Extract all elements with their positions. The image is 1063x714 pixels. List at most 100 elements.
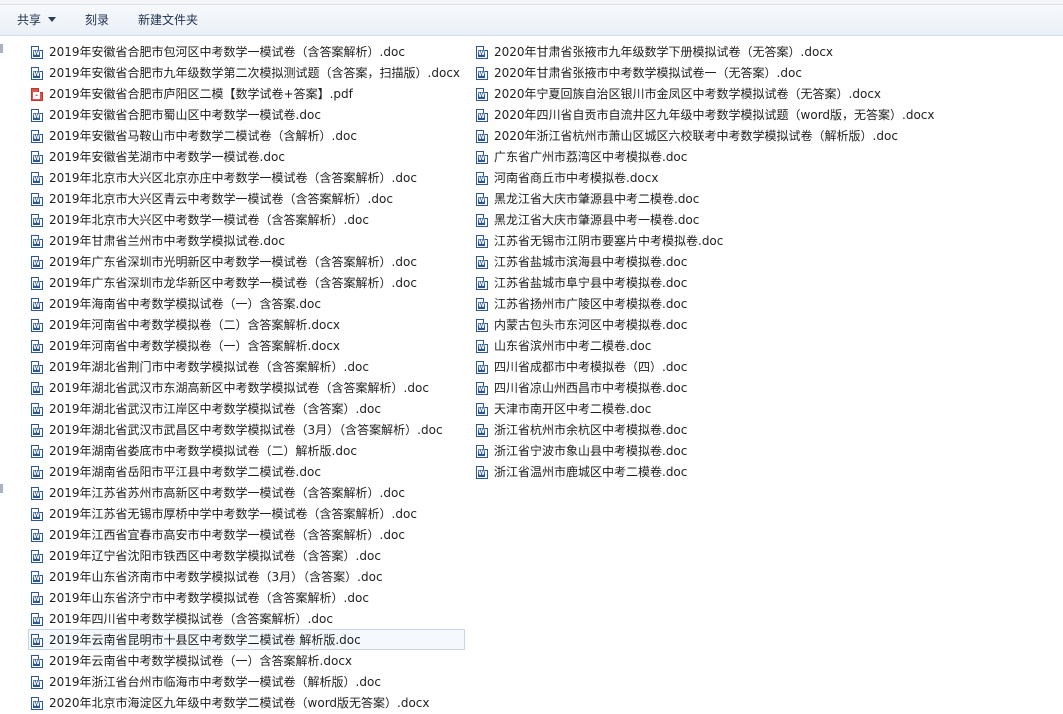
file-name: 2019年湖南省岳阳市平江县中考数学二模试卷.doc <box>49 465 321 479</box>
word-icon: W <box>31 424 43 437</box>
file-item[interactable]: W 2019年湖北省武汉市江岸区中考数学模拟试卷（含答案）.doc <box>28 398 465 419</box>
file-item[interactable]: W 2019年海南省中考数学模拟试卷（一）含答案.doc <box>28 293 465 314</box>
file-item[interactable]: W 江苏省盐城市阜宁县中考模拟卷.doc <box>473 272 940 293</box>
word-icon: W <box>31 613 43 626</box>
file-item[interactable]: W 2020年甘肃省张掖市九年级数学下册模拟试卷（无答案）.docx <box>473 41 940 62</box>
file-item[interactable]: W 2019年安徽省马鞍山市中考数学二模试卷（含解析）.doc <box>28 125 465 146</box>
file-item[interactable]: W 2019年安徽省芜湖市中考数学一模试卷.doc <box>28 146 465 167</box>
word-icon: W <box>31 151 43 164</box>
file-item[interactable]: W 2020年浙江省杭州市萧山区城区六校联考中考数学模拟试卷（解析版）.doc <box>473 125 940 146</box>
word-icon: W <box>31 403 43 416</box>
file-item[interactable]: W 2019年湖南省岳阳市平江县中考数学二模试卷.doc <box>28 461 465 482</box>
word-icon: W <box>31 571 43 584</box>
word-icon: W <box>476 466 488 479</box>
file-name: 2019年安徽省合肥市蜀山区中考数学一模试卷.doc <box>49 108 321 122</box>
file-item[interactable]: W 2020年宁夏回族自治区银川市金凤区中考数学模拟试卷（无答案）.docx <box>473 83 940 104</box>
file-item[interactable]: W 江苏省扬州市广陵区中考模拟卷.doc <box>473 293 940 314</box>
file-item[interactable]: ⌁ 2019年安徽省合肥市庐阳区二模【数学试卷+答案】.pdf <box>28 83 465 104</box>
file-item[interactable]: W 2019年山东省济宁市中考数学模拟试卷（含答案解析）.doc <box>28 587 465 608</box>
splitter-grip-middle[interactable] <box>0 484 3 493</box>
file-item[interactable]: W 2019年湖北省武汉市东湖高新区中考数学模拟试卷（含答案解析）.doc <box>28 377 465 398</box>
file-item[interactable]: W 2019年河南省中考数学模拟卷（一）含答案解析.docx <box>28 335 465 356</box>
file-item[interactable]: W 2019年云南省中考数学模拟试卷（一）含答案解析.docx <box>28 650 465 671</box>
file-item[interactable]: W 2019年湖北省荆门市中考数学模拟试卷（含答案解析）.doc <box>28 356 465 377</box>
file-item[interactable]: W 2019年山东省济南市中考数学模拟试卷（3月）（含答案）.doc <box>28 566 465 587</box>
file-item[interactable]: W 2019年广东省深圳市光明新区中考数学一模试卷（含答案解析）.doc <box>28 251 465 272</box>
file-name: 2020年四川省自贡市自流井区九年级中考数学模拟试题（word版，无答案）.do… <box>494 108 935 122</box>
file-item[interactable]: W 天津市南开区中考二模卷.doc <box>473 398 940 419</box>
new-folder-label: 新建文件夹 <box>138 13 199 27</box>
file-name: 2019年浙江省台州市临海市中考数学一模试卷（解析版）.doc <box>49 675 381 689</box>
word-icon: W <box>31 529 43 542</box>
file-item[interactable]: W 2020年北京市海淀区九年级中考数学二模试卷（word版无答案）.docx <box>28 692 465 713</box>
file-name: 2019年山东省济南市中考数学模拟试卷（3月）（含答案）.doc <box>49 570 383 584</box>
word-icon: W <box>476 340 488 353</box>
new-folder-button[interactable]: 新建文件夹 <box>138 5 198 35</box>
file-item[interactable]: W 2019年安徽省合肥市包河区中考数学一模试卷（含答案解析）.doc <box>28 41 465 62</box>
file-item[interactable]: W 2019年浙江省台州市临海市中考数学一模试卷（解析版）.doc <box>28 671 465 692</box>
file-item[interactable]: W 2019年安徽省合肥市蜀山区中考数学一模试卷.doc <box>28 104 465 125</box>
file-item[interactable]: W 内蒙古包头市东河区中考模拟卷.doc <box>473 314 940 335</box>
file-item[interactable]: W 2019年江苏省无锡市厚桥中学中考数学一模试卷（含答案解析）.doc <box>28 503 465 524</box>
burn-button[interactable]: 刻录 <box>85 5 109 35</box>
file-item[interactable]: W 2019年辽宁省沈阳市铁西区中考数学模拟试卷（含答案）.doc <box>28 545 465 566</box>
file-name: 2019年北京市大兴区中考数学一模试卷（含答案解析）.doc <box>49 213 369 227</box>
splitter-grip-top[interactable] <box>0 44 3 53</box>
file-item[interactable]: W 浙江省温州市鹿城区中考二模卷.doc <box>473 461 940 482</box>
file-item[interactable]: W 2020年甘肃省张掖市中考数学模拟试卷一（无答案）.doc <box>473 62 940 83</box>
file-item[interactable]: W 2019年广东省深圳市龙华新区中考数学一模试卷（含答案解析）.doc <box>28 272 465 293</box>
file-item[interactable]: W 江苏省无锡市江阴市要塞片中考模拟卷.doc <box>473 230 940 251</box>
file-item[interactable]: W 2019年江苏省苏州市高新区中考数学一模试卷（含答案解析）.doc <box>28 482 465 503</box>
file-item[interactable]: W 2019年北京市大兴区青云中考数学一模试卷（含答案解析）.doc <box>28 188 465 209</box>
word-icon: W <box>31 382 43 395</box>
file-name: 2019年山东省济宁市中考数学模拟试卷（含答案解析）.doc <box>49 591 369 605</box>
word-icon: W <box>31 592 43 605</box>
file-name: 2019年江苏省无锡市厚桥中学中考数学一模试卷（含答案解析）.doc <box>49 507 417 521</box>
file-name: 2019年湖北省武汉市武昌区中考数学模拟试卷（3月）（含答案解析）.doc <box>49 423 443 437</box>
word-icon: W <box>476 88 488 101</box>
file-item[interactable]: W 四川省凉山州西昌市中考模拟卷.doc <box>473 377 940 398</box>
file-item[interactable]: W 江苏省盐城市滨海县中考模拟卷.doc <box>473 251 940 272</box>
file-item[interactable]: W 浙江省宁波市象山县中考模拟卷.doc <box>473 440 940 461</box>
file-name: 2019年云南省中考数学模拟试卷（一）含答案解析.docx <box>49 654 353 668</box>
file-item[interactable]: W 山东省滨州市中考二模卷.doc <box>473 335 940 356</box>
file-item[interactable]: W 2019年安徽省合肥市九年级数学第二次模拟测试题（含答案，扫描版）.docx <box>28 62 465 83</box>
file-name: 江苏省盐城市滨海县中考模拟卷.doc <box>494 255 688 269</box>
file-name: 2019年云南省昆明市十县区中考数学二模试卷 解析版.doc <box>49 633 361 647</box>
file-name: 浙江省杭州市余杭区中考模拟卷.doc <box>494 423 688 437</box>
file-item[interactable]: W 2019年北京市大兴区中考数学一模试卷（含答案解析）.doc <box>28 209 465 230</box>
word-icon: W <box>476 424 488 437</box>
file-name: 2020年宁夏回族自治区银川市金凤区中考数学模拟试卷（无答案）.docx <box>494 87 882 101</box>
word-icon: W <box>476 130 488 143</box>
word-icon: W <box>31 319 43 332</box>
word-icon: W <box>31 487 43 500</box>
share-menu-button[interactable]: 共享 <box>17 5 57 35</box>
file-item[interactable]: W 四川省成都市中考模拟卷（四）.doc <box>473 356 940 377</box>
file-item[interactable]: W 2019年江西省宜春市高安市中考数学一模试卷（含答案解析）.doc <box>28 524 465 545</box>
file-name: 江苏省无锡市江阴市要塞片中考模拟卷.doc <box>494 234 724 248</box>
file-item[interactable]: W 黑龙江省大庆市肇源县中考二模卷.doc <box>473 188 940 209</box>
file-name: 江苏省扬州市广陵区中考模拟卷.doc <box>494 297 688 311</box>
file-item[interactable]: W 2019年河南省中考数学模拟卷（二）含答案解析.docx <box>28 314 465 335</box>
file-name: 2019年湖南省娄底市中考数学模拟试卷（二）解析版.doc <box>49 444 357 458</box>
file-name: 四川省凉山州西昌市中考模拟卷.doc <box>494 381 688 395</box>
file-item[interactable]: W 2019年湖南省娄底市中考数学模拟试卷（二）解析版.doc <box>28 440 465 461</box>
file-item[interactable]: W 2019年甘肃省兰州市中考数学模拟试卷.doc <box>28 230 465 251</box>
share-label: 共享 <box>17 13 42 27</box>
file-item[interactable]: W 黑龙江省大庆市肇源县中考一模卷.doc <box>473 209 940 230</box>
word-icon: W <box>31 466 43 479</box>
word-icon: W <box>476 319 488 332</box>
file-item[interactable]: W 2019年北京市大兴区北京亦庄中考数学一模试卷（含答案解析）.doc <box>28 167 465 188</box>
word-icon: W <box>476 298 488 311</box>
file-item[interactable]: W 2020年四川省自贡市自流井区九年级中考数学模拟试题（word版，无答案）.d… <box>473 104 940 125</box>
file-item[interactable]: W 2019年四川省中考数学模拟试卷（含答案解析）.doc <box>28 608 465 629</box>
file-item[interactable]: W 河南省商丘市中考模拟卷.docx <box>473 167 940 188</box>
file-name: 山东省滨州市中考二模卷.doc <box>494 339 652 353</box>
file-item[interactable]: W 浙江省杭州市余杭区中考模拟卷.doc <box>473 419 940 440</box>
file-name: 2019年河南省中考数学模拟卷（一）含答案解析.docx <box>49 339 341 353</box>
file-item[interactable]: W 广东省广州市荔湾区中考模拟卷.doc <box>473 146 940 167</box>
file-item[interactable]: W 2019年湖北省武汉市武昌区中考数学模拟试卷（3月）（含答案解析）.doc <box>28 419 465 440</box>
word-icon: W <box>31 109 43 122</box>
file-item[interactable]: W 2019年云南省昆明市十县区中考数学二模试卷 解析版.doc <box>28 629 466 650</box>
file-name: 浙江省温州市鹿城区中考二模卷.doc <box>494 465 688 479</box>
